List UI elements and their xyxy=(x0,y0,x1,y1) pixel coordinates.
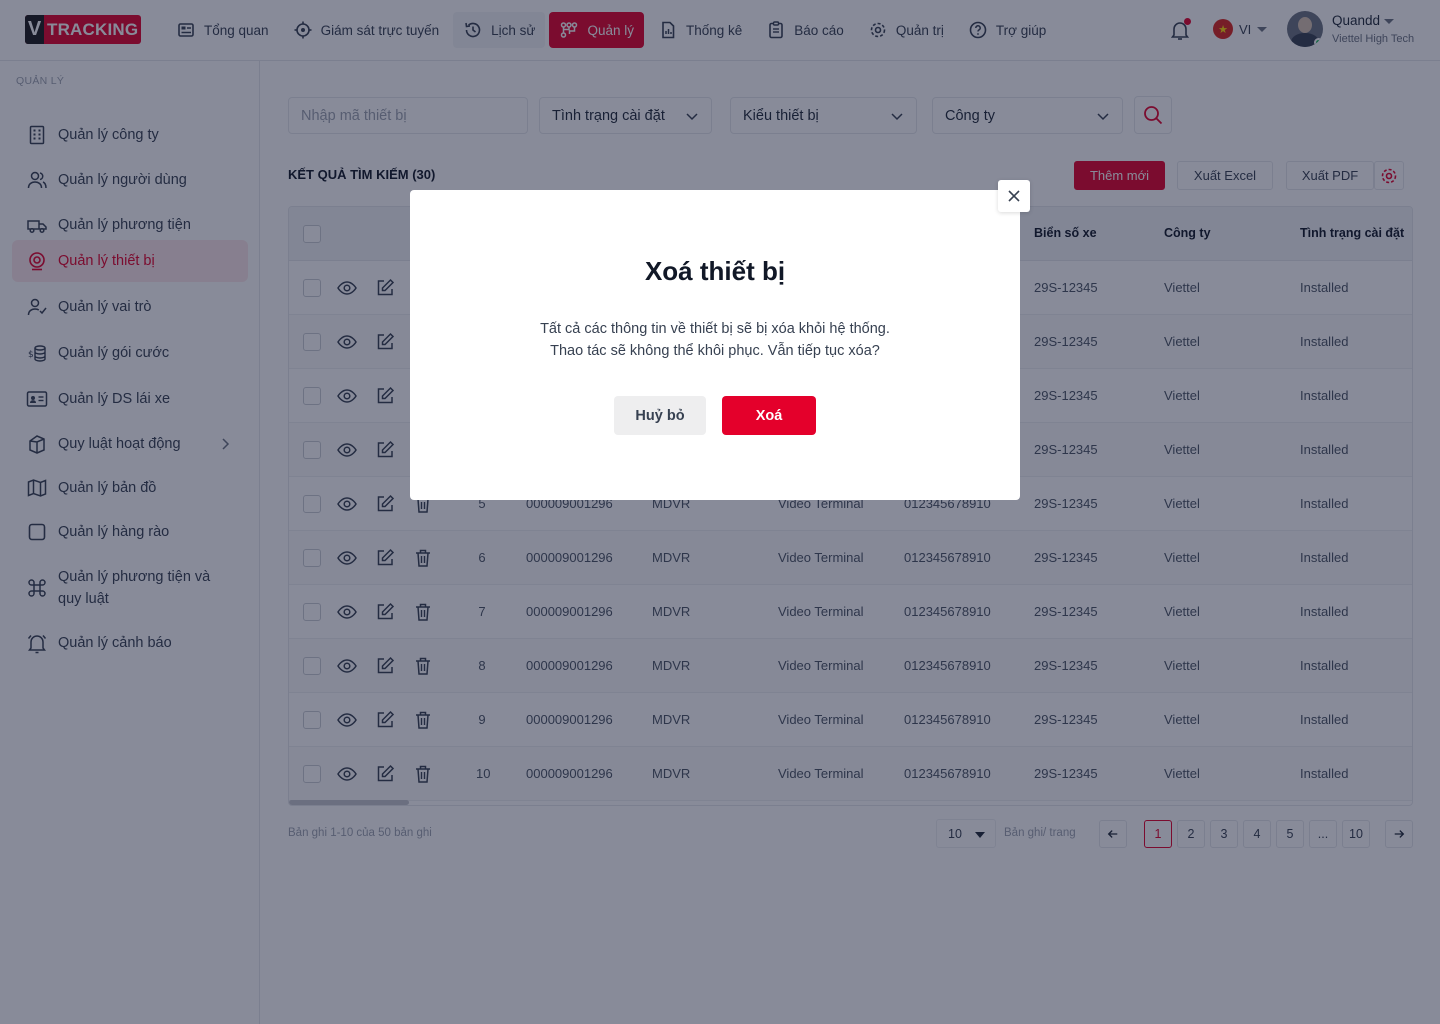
dialog-title: Xoá thiết bị xyxy=(644,256,786,286)
close-dialog-button[interactable] xyxy=(998,180,1030,212)
modal-overlay[interactable] xyxy=(0,0,1440,1024)
dialog-message-line-1: Tất cả các thông tin về thiết bị sẽ bị x… xyxy=(540,321,890,337)
dialog-message-line-2: Thao tác sẽ không thể khôi phục. Vẫn tiế… xyxy=(550,343,880,359)
cancel-button[interactable]: Huỷ bỏ xyxy=(614,396,706,435)
close-icon xyxy=(1008,190,1020,202)
delete-device-dialog: Xoá thiết bị Tất cả các thông tin về thi… xyxy=(410,190,1020,500)
dialog-message: Tất cả các thông tin về thiết bị sẽ bị x… xyxy=(410,318,1020,362)
confirm-delete-button[interactable]: Xoá xyxy=(722,396,816,435)
